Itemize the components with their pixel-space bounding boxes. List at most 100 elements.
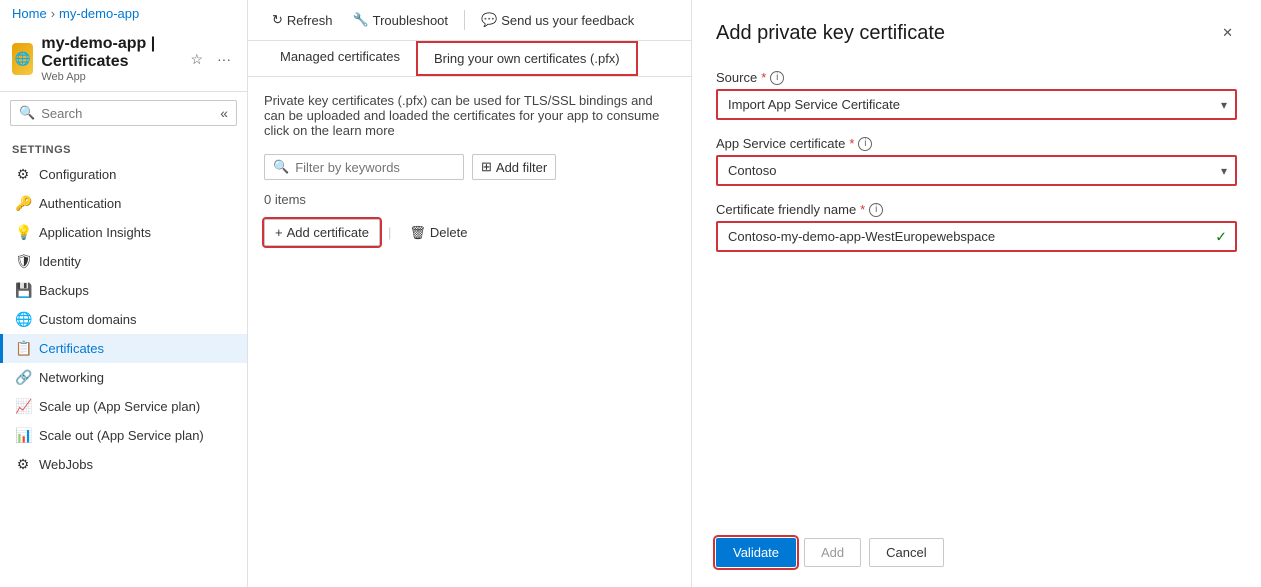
filter-bar: 🔍 ⊞ Add filter <box>264 154 675 180</box>
cert-select-wrapper: Contoso ▾ <box>716 155 1237 186</box>
source-required: * <box>761 70 766 85</box>
source-select[interactable]: Import App Service Certificate <box>716 89 1237 120</box>
sidebar-item-certificates[interactable]: 📋 Certificates <box>0 334 247 363</box>
sidebar-item-app-insights-label: Application Insights <box>39 225 151 240</box>
validate-button[interactable]: Validate <box>716 538 796 567</box>
close-icon: ✕ <box>1222 25 1233 40</box>
configuration-icon: ⚙ <box>15 166 31 183</box>
sidebar-item-scale-out-label: Scale out (App Service plan) <box>39 428 204 443</box>
settings-section-label: Settings <box>0 134 247 160</box>
custom-domains-icon: 🌐 <box>15 311 31 328</box>
source-info-icon[interactable]: i <box>770 71 784 85</box>
delete-button[interactable]: 🗑 Delete <box>399 220 477 246</box>
panel-close-button[interactable]: ✕ <box>1218 20 1237 46</box>
friendly-name-input[interactable] <box>716 221 1237 252</box>
filter-icon: 🔍 <box>273 159 289 175</box>
items-count: 0 items <box>264 192 675 207</box>
friendly-name-info-icon[interactable]: i <box>869 203 883 217</box>
sidebar-item-networking[interactable]: 🔗 Networking <box>0 363 247 392</box>
tab-managed[interactable]: Managed certificates <box>264 41 416 76</box>
identity-icon: 🛡 <box>15 253 31 270</box>
panel-header: Add private key certificate ✕ <box>716 20 1237 46</box>
sidebar-item-webjobs[interactable]: ⚙ WebJobs <box>0 450 247 479</box>
app-service-cert-label: App Service certificate * i <box>716 136 1237 151</box>
breadcrumb: Home › my-demo-app <box>0 0 247 25</box>
backups-icon: 💾 <box>15 282 31 299</box>
add-cert-plus-icon: + <box>275 225 283 240</box>
friendly-name-required: * <box>860 202 865 217</box>
panel-footer: Validate Add Cancel <box>716 518 1237 567</box>
breadcrumb-home[interactable]: Home <box>12 6 47 21</box>
search-input[interactable] <box>41 106 214 121</box>
sidebar: Home › my-demo-app 🌐 my-demo-app | Certi… <box>0 0 248 587</box>
app-insights-icon: 💡 <box>15 224 31 241</box>
sidebar-item-networking-label: Networking <box>39 370 104 385</box>
friendly-name-input-wrapper: ✓ <box>716 221 1237 252</box>
feedback-button[interactable]: 💬 Send us your feedback <box>473 8 642 32</box>
tab-own-certificates[interactable]: Bring your own certificates (.pfx) <box>416 41 638 76</box>
sidebar-item-scale-up-label: Scale up (App Service plan) <box>39 399 200 414</box>
refresh-button[interactable]: ↻ Refresh <box>264 8 340 32</box>
certificates-icon: 📋 <box>15 340 31 357</box>
filter-input-wrapper: 🔍 <box>264 154 464 180</box>
cancel-button[interactable]: Cancel <box>869 538 943 567</box>
cert-required: * <box>849 136 854 151</box>
troubleshoot-button[interactable]: 🔧 Troubleshoot <box>344 8 456 32</box>
sidebar-item-configuration-label: Configuration <box>39 167 116 182</box>
add-button[interactable]: Add <box>804 538 861 567</box>
panel-title: Add private key certificate <box>716 22 945 45</box>
sidebar-item-custom-domains[interactable]: 🌐 Custom domains <box>0 305 247 334</box>
sidebar-header: 🌐 my-demo-app | Certificates Web App ☆ ·… <box>0 25 247 92</box>
sidebar-item-identity[interactable]: 🛡 Identity <box>0 247 247 276</box>
sidebar-item-authentication-label: Authentication <box>39 196 121 211</box>
sidebar-item-scale-out[interactable]: 📊 Scale out (App Service plan) <box>0 421 247 450</box>
sidebar-item-backups[interactable]: 💾 Backups <box>0 276 247 305</box>
add-filter-button[interactable]: ⊞ Add filter <box>472 154 556 180</box>
toolbar: ↻ Refresh 🔧 Troubleshoot 💬 Send us your … <box>248 0 691 41</box>
collapse-sidebar-button[interactable]: « <box>220 105 228 121</box>
webjobs-icon: ⚙ <box>15 456 31 473</box>
scale-up-icon: 📈 <box>15 398 31 415</box>
sidebar-item-app-insights[interactable]: 💡 Application Insights <box>0 218 247 247</box>
favorite-icon[interactable]: ☆ <box>186 49 207 70</box>
friendly-name-label: Certificate friendly name * i <box>716 202 1237 217</box>
sidebar-item-webjobs-label: WebJobs <box>39 457 93 472</box>
sidebar-item-scale-up[interactable]: 📈 Scale up (App Service plan) <box>0 392 247 421</box>
app-subtitle: Web App <box>41 71 178 83</box>
add-certificate-button[interactable]: + Add certificate <box>264 219 380 246</box>
friendly-name-group: Certificate friendly name * i ✓ <box>716 202 1237 252</box>
right-panel: Add private key certificate ✕ Source * i… <box>691 0 1261 587</box>
sidebar-item-identity-label: Identity <box>39 254 81 269</box>
sidebar-item-backups-label: Backups <box>39 283 89 298</box>
search-icon: 🔍 <box>19 105 35 121</box>
toolbar-divider <box>464 10 465 30</box>
description: Private key certificates (.pfx) can be u… <box>264 93 675 138</box>
add-filter-icon: ⊞ <box>481 159 492 175</box>
refresh-icon: ↻ <box>272 12 283 28</box>
more-options-icon[interactable]: ··· <box>213 49 235 69</box>
friendly-name-check-icon: ✓ <box>1215 228 1227 245</box>
sidebar-item-certificates-label: Certificates <box>39 341 104 356</box>
main-content: ↻ Refresh 🔧 Troubleshoot 💬 Send us your … <box>248 0 691 587</box>
filter-input[interactable] <box>295 160 471 175</box>
app-icon: 🌐 <box>12 43 33 75</box>
source-select-wrapper: Import App Service Certificate ▾ <box>716 89 1237 120</box>
search-box: 🔍 « <box>10 100 237 126</box>
action-bar: + Add certificate | 🗑 Delete <box>264 219 675 246</box>
app-name: my-demo-app | Certificates <box>41 35 178 71</box>
delete-icon: 🗑 <box>409 225 426 241</box>
sidebar-item-custom-domains-label: Custom domains <box>39 312 137 327</box>
feedback-icon: 💬 <box>481 12 497 28</box>
source-label: Source * i <box>716 70 1237 85</box>
sidebar-item-configuration[interactable]: ⚙ Configuration <box>0 160 247 189</box>
troubleshoot-icon: 🔧 <box>352 12 368 28</box>
breadcrumb-app[interactable]: my-demo-app <box>59 6 139 21</box>
cert-info-icon[interactable]: i <box>858 137 872 151</box>
source-group: Source * i Import App Service Certificat… <box>716 70 1237 120</box>
networking-icon: 🔗 <box>15 369 31 386</box>
scale-out-icon: 📊 <box>15 427 31 444</box>
app-service-cert-group: App Service certificate * i Contoso ▾ <box>716 136 1237 186</box>
sidebar-item-authentication[interactable]: 🔑 Authentication <box>0 189 247 218</box>
content-area: Private key certificates (.pfx) can be u… <box>248 77 691 587</box>
app-service-cert-select[interactable]: Contoso <box>716 155 1237 186</box>
